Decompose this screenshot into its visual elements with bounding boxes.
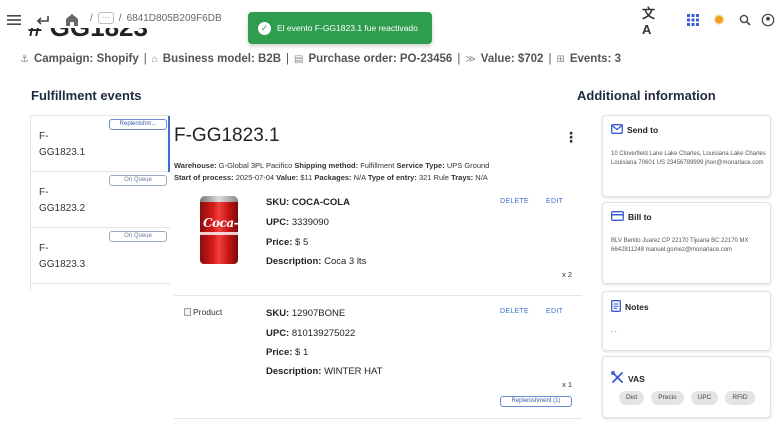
vas-chip[interactable]: Precio [651,391,684,405]
edit-button[interactable]: EDIT [546,198,563,205]
logo-wave [200,232,238,235]
translate-icon[interactable]: 文A [642,6,662,37]
user-icon[interactable] [761,10,775,30]
vas-chip[interactable]: RFID [725,391,755,405]
vas-card: VAS Dist Precio UPC RFID [602,356,771,418]
purchase-order-text: Purchase order: PO-23456 [308,53,453,65]
breadcrumb-more-button[interactable]: ··· [97,12,114,24]
card-title: VAS [611,371,645,386]
edit-button[interactable]: EDIT [546,308,563,315]
notes-text: - - [611,329,617,335]
separator: | [548,53,552,65]
list-item[interactable]: F-GG1823.3 On Queue [31,228,170,284]
delete-button[interactable]: DELETE [500,198,529,205]
list-item[interactable]: F-GG1823.2 On Queue [31,172,170,228]
event-title: F-GG1823.1 [174,125,280,146]
status-badge: Replenishm... [109,119,167,130]
back-arrow-icon[interactable] [32,10,52,30]
event-name: F-GG1823.1 [39,131,86,158]
document-icon: ▤ [294,53,304,65]
additional-heading: Additional information [577,88,716,103]
breadcrumb: / ··· / 6841D805B209F6DB [90,12,222,24]
order-meta: ⚓ Campaign: Shopify | ⌂ Business model: … [20,53,621,65]
vas-chip-list: Dist Precio UPC RFID [619,391,755,405]
value-icon: ≫ [465,53,476,65]
product-description: Description: Coca 3 lts [266,256,367,267]
image-alt-text: Product [193,307,223,317]
product-price: Price: $ 5 [266,237,309,248]
product-description: Description: WINTER HAT [266,366,383,377]
product-quantity: x 1 [562,380,573,389]
product-quantity: x 2 [562,270,573,279]
mail-icon [611,124,623,136]
card-title: Send to [611,124,658,136]
card-title: Notes [611,300,649,314]
value-text: Value: $702 [480,53,544,65]
business-icon: ⌂ [151,53,158,65]
vas-chip[interactable]: Dist [619,391,645,405]
product-image: Product [184,307,222,317]
separator: | [286,53,290,65]
card-title: Bill to [611,211,652,223]
event-name: F-GG1823.2 [39,187,86,214]
check-circle-icon: ✓ [258,21,271,35]
product-upc: UPC: 3339090 [266,217,329,228]
status-badge: On Queue [109,231,167,242]
breadcrumb-separator: / [118,12,122,24]
notes-card: Notes - - [602,291,771,351]
event-name: F-GG1823.3 [39,243,86,270]
vas-chip[interactable]: UPC [690,391,719,405]
search-icon[interactable] [735,10,755,30]
product-sku: SKU: COCA-COLA [266,197,350,208]
divider [174,418,582,419]
product-sku: SKU: 12907BONE [266,308,346,319]
more-vert-icon[interactable]: ⋮ [564,130,578,144]
bill-to-address: BLV Benito Juarez CP 22170 Tijuana BC 22… [611,238,749,253]
divider [174,295,582,296]
gear-icon[interactable]: ✹ [709,10,729,30]
menu-icon[interactable] [4,10,24,30]
page-title: # GG1823 [28,28,148,40]
success-toast: ✓ El evento F-GG1823.1 fue reactivado [248,12,432,44]
product-image: Coca-Cola [200,196,267,264]
events-text: Events: 3 [569,53,621,65]
list-item[interactable]: F-GG1823.1 Replenishm... [31,116,170,172]
breadcrumb-current[interactable]: 6841D805B209F6DB [127,13,222,24]
campaign-icon: ⚓ [20,53,29,65]
broken-image-icon [184,308,191,316]
product-upc: UPC: 810139275022 [266,328,356,339]
apps-grid-icon[interactable] [683,10,703,30]
event-info-line-1: Warehouse: G-Global 3PL Pacifico Shippin… [174,161,490,170]
campaign-text: Campaign: Shopify [33,53,139,65]
bill-to-card: Bill to BLV Benito Juarez CP 22170 Tijua… [602,202,771,284]
status-badge: On Queue [109,175,167,186]
home-icon[interactable] [62,10,82,30]
delete-button[interactable]: DELETE [500,308,529,315]
notes-icon [611,300,621,314]
fulfillment-heading: Fulfillment events [31,88,142,103]
status-badge: Replenishment (1) [500,396,572,407]
tools-icon [611,371,624,386]
separator: | [143,53,147,65]
product-price: Price: $ 1 [266,347,309,358]
separator: | [457,53,461,65]
send-to-address: 10 Cloverfield Lane Lake Charles, Louisi… [611,151,766,166]
breadcrumb-separator: / [90,12,93,24]
event-info-line-2: Start of process: 2025-07-04 Value: $11 … [174,173,488,182]
brand-logo: Coca-Cola [203,216,267,230]
credit-card-icon [611,211,624,223]
fulfillment-list: F-GG1823.1 Replenishm... F-GG1823.2 On Q… [30,115,170,290]
events-icon: ⊞ [556,53,565,65]
toast-message: El evento F-GG1823.1 fue reactivado [277,23,418,33]
business-model-text: Business model: B2B [162,53,282,65]
send-to-card: Send to 10 Cloverfield Lane Lake Charles… [602,115,771,197]
